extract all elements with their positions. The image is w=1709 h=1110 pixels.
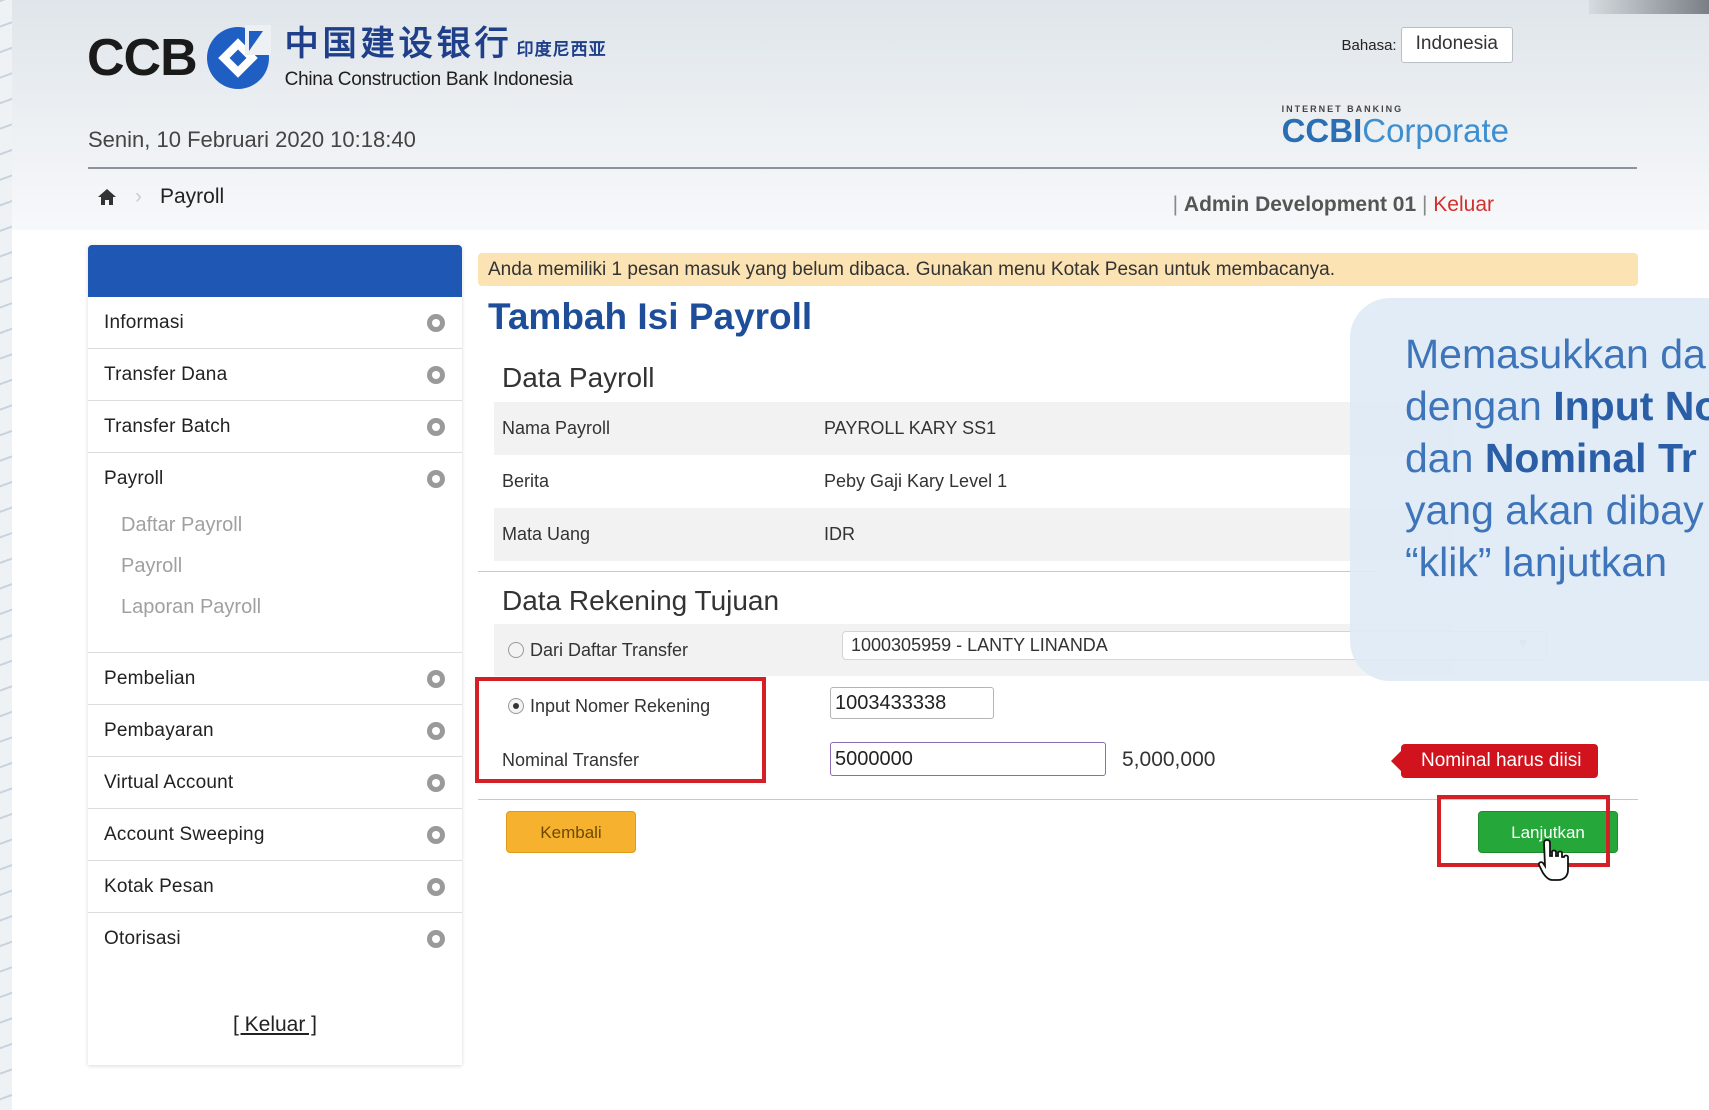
- page-title: Tambah Isi Payroll: [488, 296, 813, 337]
- user-info: | Admin Development 01 | Keluar: [1172, 193, 1494, 216]
- expand-icon: [427, 313, 445, 332]
- sidebar-subitem-laporan-payroll[interactable]: Laporan Payroll: [88, 587, 462, 628]
- instruction-callout: Memasukkan da dengan Input No dan Nomina…: [1350, 298, 1709, 681]
- expand-icon: [427, 669, 445, 688]
- highlight-next-button: [1437, 795, 1610, 867]
- nominal-formatted-value: 5,000,000: [1122, 748, 1216, 771]
- current-datetime: Senin, 10 Februari 2020 10:18:40: [88, 127, 416, 152]
- highlight-input-fields: [475, 677, 766, 783]
- back-button[interactable]: Kembali: [506, 811, 636, 853]
- sidebar-subitem-daftar-payroll[interactable]: Daftar Payroll: [88, 505, 462, 546]
- breadcrumb-current[interactable]: Payroll: [160, 185, 224, 209]
- payroll-row-nama: Nama Payroll PAYROLL KARY SS1: [494, 402, 1454, 455]
- unread-message-notice: Anda memiliki 1 pesan masuk yang belum d…: [478, 253, 1638, 286]
- sidebar-item-informasi[interactable]: Informasi: [88, 297, 462, 349]
- ccbi-corporate-brand: INTERNET BANKING CCBICorporate: [1282, 104, 1509, 148]
- sidebar-item-virtual-account[interactable]: Virtual Account: [88, 757, 462, 809]
- nominal-transfer-input[interactable]: [830, 742, 1106, 776]
- sidebar-subitem-payroll[interactable]: Payroll: [88, 546, 462, 587]
- header-divider: [88, 167, 1637, 169]
- home-icon[interactable]: [97, 188, 117, 206]
- language-dropdown[interactable]: Indonesia: [1400, 27, 1513, 63]
- brand-name: CCBICorporate: [1281, 112, 1509, 149]
- expand-icon: [427, 417, 445, 436]
- expand-icon: [427, 877, 445, 896]
- payroll-row-mata-uang: Mata Uang IDR: [494, 508, 1454, 561]
- logo-chinese-name: 中国建设银行 印度尼西亚: [284, 24, 607, 64]
- section-divider: [478, 571, 1378, 572]
- hand-cursor-icon: [1537, 838, 1571, 884]
- logo-english-name: China Construction Bank Indonesia: [284, 69, 573, 90]
- sidebar-item-pembelian[interactable]: Pembelian: [88, 653, 462, 705]
- expand-icon: [427, 365, 445, 384]
- sidebar-item-pembayaran[interactable]: Pembayaran: [88, 705, 462, 757]
- collapse-icon: [427, 470, 445, 488]
- sidebar-menu: Informasi Transfer Dana Transfer Batch P…: [88, 245, 462, 1065]
- user-name: Admin Development 01: [1183, 193, 1417, 216]
- expand-icon: [427, 773, 445, 792]
- sidebar-item-transfer-dana[interactable]: Transfer Dana: [88, 349, 462, 401]
- nominal-error-message: Nominal harus diisi: [1391, 744, 1598, 778]
- bank-logo[interactable]: CCB 中国建设银行 印度尼西亚 China Construction Bank …: [87, 25, 607, 91]
- expand-icon: [427, 930, 445, 948]
- sidebar-header: [88, 245, 462, 297]
- sidebar-item-account-sweeping[interactable]: Account Sweeping: [88, 809, 462, 861]
- language-selector: Bahasa: Indonesia: [1342, 27, 1513, 63]
- logout-link[interactable]: Keluar: [1433, 193, 1494, 216]
- slide-edge-decoration: [0, 0, 12, 1110]
- account-number-input[interactable]: [830, 687, 994, 719]
- expand-icon: [427, 721, 445, 740]
- radio-daftar-transfer[interactable]: [508, 641, 524, 658]
- sidebar-item-transfer-batch[interactable]: Transfer Batch: [88, 401, 462, 453]
- sidebar-item-kotak-pesan[interactable]: Kotak Pesan: [88, 861, 462, 913]
- logo-ccb-text: CCB: [87, 29, 198, 87]
- section-title-rekening-tujuan: Data Rekening Tujuan: [502, 585, 780, 616]
- slide-corner-decoration: [1589, 0, 1709, 14]
- ccb-logo-icon: [205, 25, 271, 91]
- payroll-row-berita: Berita Peby Gaji Kary Level 1: [502, 471, 1008, 491]
- sidebar-item-otorisasi[interactable]: Otorisasi: [88, 913, 462, 965]
- language-label: Bahasa:: [1341, 36, 1397, 54]
- logo-text-block: 中国建设银行 印度尼西亚 China Construction Bank Indo…: [285, 25, 607, 91]
- breadcrumb: › Payroll: [97, 185, 224, 209]
- section-title-data-payroll: Data Payroll: [502, 362, 655, 393]
- sidebar-logout-link[interactable]: [ Keluar ]: [88, 1013, 462, 1037]
- breadcrumb-separator: ›: [135, 185, 142, 208]
- sidebar-group-payroll: Payroll Daftar Payroll Payroll Laporan P…: [88, 453, 462, 653]
- sidebar-item-payroll[interactable]: Payroll: [88, 453, 462, 505]
- expand-icon: [427, 825, 445, 844]
